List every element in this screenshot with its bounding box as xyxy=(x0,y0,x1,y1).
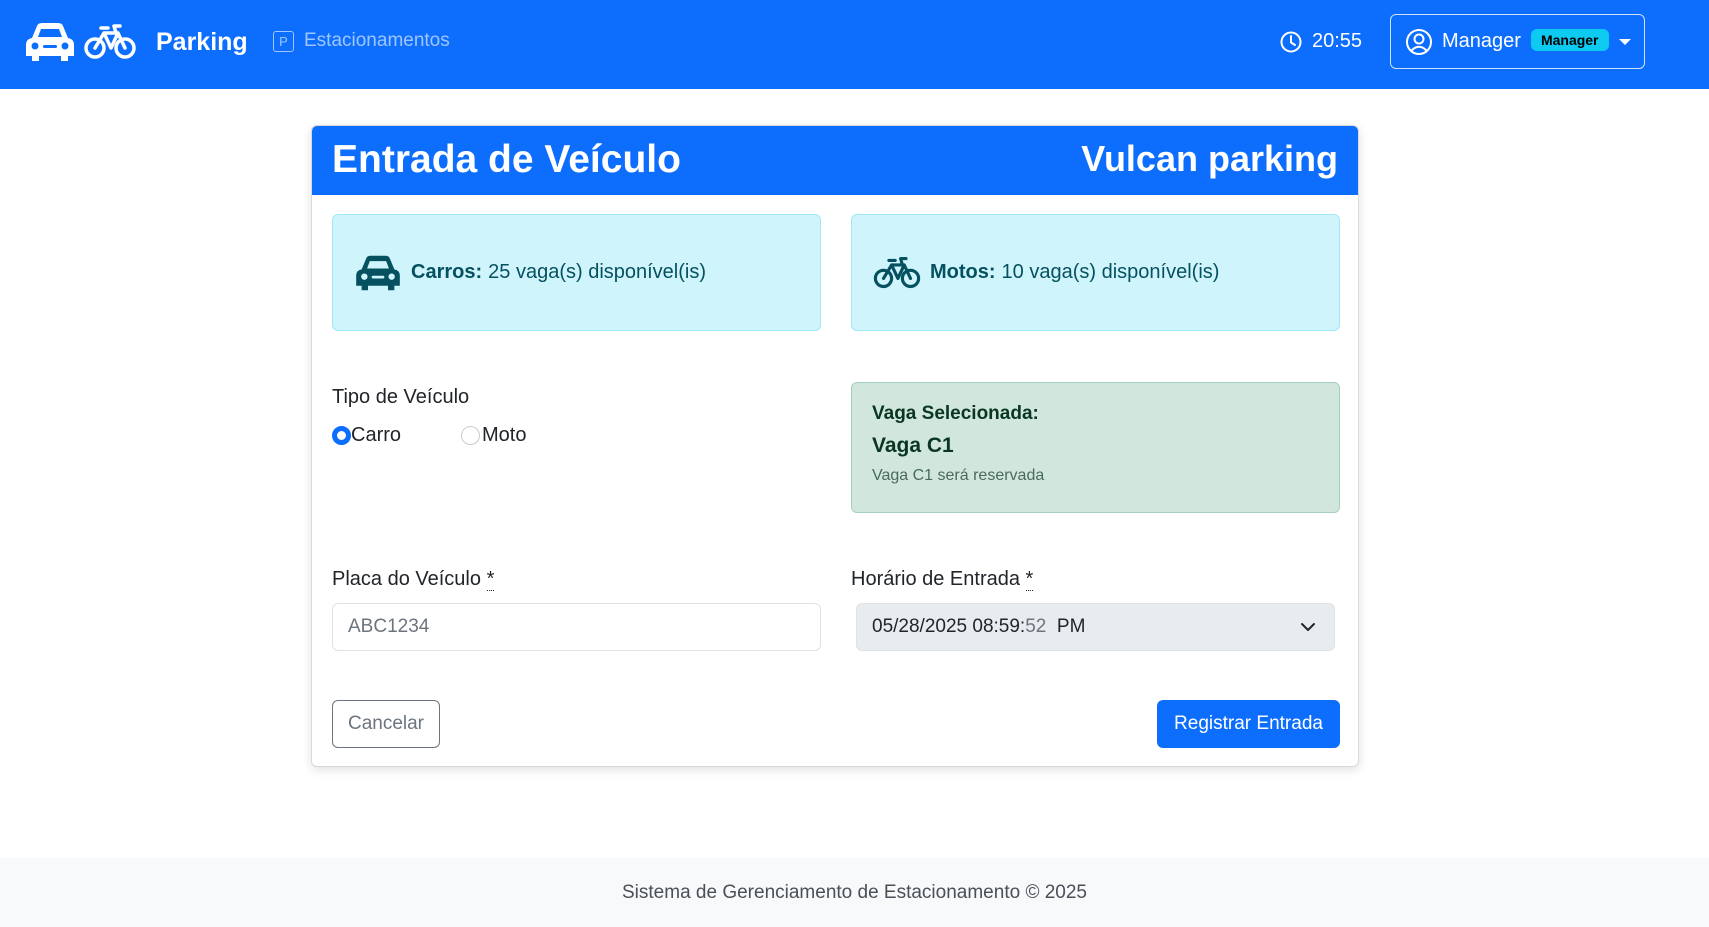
brand-title: Parking xyxy=(156,27,248,56)
user-name: Manager xyxy=(1442,30,1521,52)
navbar-brand[interactable]: Parking xyxy=(24,20,248,64)
car-icon xyxy=(26,23,74,61)
clock-display: 20:55 xyxy=(1280,30,1362,53)
cars-label: Carros: xyxy=(411,261,483,283)
page-title: Entrada de Veículo xyxy=(332,138,681,181)
card-header: Entrada de Veículo Vulcan parking xyxy=(312,126,1358,195)
chevron-down-icon xyxy=(1618,38,1631,45)
entry-time-value: 05/28/2025 08:59:52 PM xyxy=(872,616,1085,638)
chevron-down-icon[interactable] xyxy=(1300,622,1316,632)
bicycle-icon xyxy=(873,256,921,288)
selected-spot-name: Vaga C1 xyxy=(872,434,954,457)
required-mark: * xyxy=(486,568,495,591)
cars-availability-text: 25 vaga(s) disponível(is) xyxy=(488,261,707,283)
radio-carro[interactable] xyxy=(332,426,351,445)
user-menu-button[interactable]: Manager Manager xyxy=(1390,14,1645,69)
nav-link-parkings[interactable]: P Estacionamentos xyxy=(273,30,450,52)
cancel-button[interactable]: Cancelar xyxy=(332,700,440,748)
nav-link-label: Estacionamentos xyxy=(304,30,450,51)
radio-option-carro[interactable]: Carro xyxy=(332,424,401,447)
plate-input[interactable]: ABC1234 xyxy=(332,603,821,651)
vehicle-entry-card: Entrada de Veículo Vulcan parking Carros… xyxy=(311,125,1359,767)
entry-time-seconds: 52 xyxy=(1025,616,1047,637)
plate-label: Placa do Veículo * xyxy=(332,568,495,591)
entry-time-ampm: PM xyxy=(1056,616,1086,637)
motos-label: Motos: xyxy=(930,261,996,283)
plate-placeholder: ABC1234 xyxy=(348,616,430,637)
selected-spot-heading: Vaga Selecionada: xyxy=(872,403,1039,424)
clock-icon xyxy=(1280,31,1302,52)
entry-time-label: Horário de Entrada * xyxy=(851,568,1034,591)
motos-availability-alert: Motos: 10 vaga(s) disponível(is) xyxy=(851,214,1340,331)
clock-time: 20:55 xyxy=(1312,30,1363,52)
entry-time-input[interactable]: 05/28/2025 08:59:52 PM xyxy=(856,603,1335,651)
parking-name: Vulcan parking xyxy=(1081,138,1338,179)
radio-moto[interactable] xyxy=(461,426,481,445)
top-navbar: Parking P Estacionamentos 20:55 Manager … xyxy=(0,0,1709,89)
required-mark: * xyxy=(1025,568,1034,591)
selected-spot-note: Vaga C1 será reservada xyxy=(872,467,1045,484)
motos-availability-text: 10 vaga(s) disponível(is) xyxy=(1001,261,1220,283)
plate-label-text: Placa do Veículo xyxy=(332,568,481,590)
vehicle-type-label: Tipo de Veículo xyxy=(332,386,470,408)
entry-time-date: 05/28/2025 08:59: xyxy=(872,616,1026,637)
parking-icon: P xyxy=(273,30,294,52)
register-entry-button[interactable]: Registrar Entrada xyxy=(1157,700,1340,748)
bicycle-icon xyxy=(84,24,136,59)
car-icon xyxy=(356,255,400,290)
cars-availability-alert: Carros: 25 vaga(s) disponível(is) xyxy=(332,214,821,331)
vehicle-type-radio-group: Carro Moto xyxy=(332,424,526,447)
radio-moto-label[interactable]: Moto xyxy=(482,424,526,447)
user-circle-icon xyxy=(1406,28,1432,55)
radio-carro-label[interactable]: Carro xyxy=(351,424,401,447)
radio-option-moto[interactable]: Moto xyxy=(461,424,526,447)
selected-spot-alert: Vaga Selecionada: Vaga C1 Vaga C1 será r… xyxy=(851,382,1340,513)
role-badge: Manager xyxy=(1530,28,1609,51)
entry-time-label-text: Horário de Entrada xyxy=(851,568,1020,590)
footer-text: Sistema de Gerenciamento de Estacionamen… xyxy=(622,881,1087,903)
footer: Sistema de Gerenciamento de Estacionamen… xyxy=(0,858,1709,927)
